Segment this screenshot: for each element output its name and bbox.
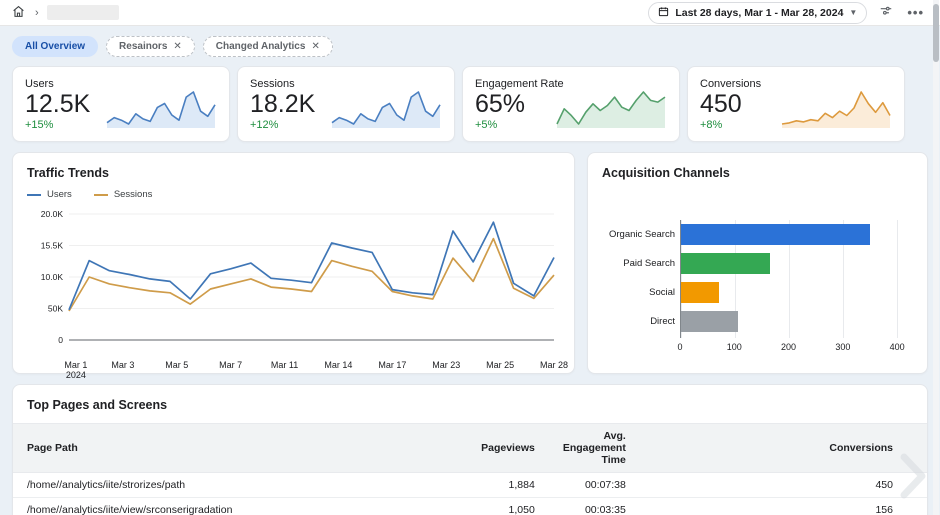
x-tick-label: Mar 5 xyxy=(165,360,189,370)
filter-button[interactable] xyxy=(877,3,895,22)
acq-tick-label: 100 xyxy=(726,342,742,352)
filter-chip-changed-analytics[interactable]: Changed Analytics ✕ xyxy=(202,36,333,57)
table-column-header-page-path[interactable]: Page Path xyxy=(13,423,432,473)
x-tick-label: Mar 17 xyxy=(378,360,407,370)
acquisition-channels-title: Acquisition Channels xyxy=(602,166,730,180)
x-tick-label: Mar 14 xyxy=(324,360,353,370)
traffic-x-axis: Mar 1 2024 Mar 3 Mar 5 Mar 7 Mar 11 Mar 14 Mar… xyxy=(27,359,568,383)
filter-chip-all-overview[interactable]: All Overview xyxy=(12,36,99,57)
table-column-header-pageviews[interactable]: Pageviews xyxy=(431,423,549,473)
breadcrumb-chevron-icon: › xyxy=(35,6,39,19)
acq-row-social: Social xyxy=(649,278,908,307)
breadcrumb xyxy=(46,5,119,20)
acq-tick-label: 0 xyxy=(677,342,683,352)
page-path-cell: /home//analytics/iite/view/srconserigrad… xyxy=(13,497,432,515)
chip-close-icon[interactable]: ✕ xyxy=(311,41,319,52)
table-row[interactable]: /home//analytics/iite/view/srconserigrad… xyxy=(13,497,927,515)
legend-item-sessions: Sessions xyxy=(93,189,153,200)
date-range-button[interactable]: Last 28 days, Mar 1 - Mar 28, 2024 ▼ xyxy=(648,1,868,24)
traffic-legend: Users Sessions xyxy=(27,189,560,200)
top-pages-title: Top Pages and Screens xyxy=(27,398,168,412)
x-tick-label: Mar 7 xyxy=(219,360,243,370)
kpi-sparkline xyxy=(331,91,441,128)
svg-text:50K: 50K xyxy=(48,304,63,314)
acq-bar-direct[interactable] xyxy=(681,311,738,332)
kpi-card-engagement-rate[interactable]: Engagement Rate 65% +5% xyxy=(462,66,680,142)
acq-row-direct: Direct xyxy=(650,307,908,336)
filter-chip-bar: All Overview Resainors ✕ Changed Analytics ✕ xyxy=(12,26,928,66)
calendar-icon xyxy=(658,6,669,20)
metric-cell: 00:07:38 xyxy=(548,472,796,498)
kpi-sparkline xyxy=(556,91,666,128)
acquisition-x-axis: 0 100 200 300 400 xyxy=(677,342,908,356)
acq-tick-label: 200 xyxy=(781,342,797,352)
kpi-card-row: Users 12.5K +15% Sessions 18.2K +12% Engagemen… xyxy=(12,66,905,142)
date-range-label: Last 28 days, Mar 1 - Mar 28, 2024 xyxy=(675,6,844,19)
metric-cell: 1,884 xyxy=(431,472,549,498)
kpi-card-sessions[interactable]: Sessions 18.2K +12% xyxy=(237,66,455,142)
traffic-chart: 20.0K 15.5K 10.0K 50K 0 Mar 1 2024 Mar 3 Mar 5… xyxy=(27,206,568,383)
legend-swatch xyxy=(93,193,108,196)
svg-text:15.5K: 15.5K xyxy=(41,241,64,251)
more-ellipsis-icon: ••• xyxy=(907,5,924,20)
filter-chip-label: Changed Analytics xyxy=(215,41,306,52)
svg-text:10.0K: 10.0K xyxy=(41,272,64,282)
home-icon xyxy=(12,5,25,21)
metric-cell: 156 xyxy=(795,497,927,515)
kpi-sparkline xyxy=(106,91,216,128)
legend-item-users: Users xyxy=(27,189,72,200)
page-scrollbar-track xyxy=(933,0,939,515)
traffic-trends-panel: Traffic Trends Users Sessions 20.0K 15.5K 1… xyxy=(12,152,575,380)
acquisition-channels-panel: Acquisition Channels Organic Search Paid … xyxy=(587,152,928,374)
x-tick-label: Mar 28 xyxy=(539,360,569,370)
x-tick-label: Mar 23 xyxy=(432,360,461,370)
table-column-header-avg-engagement-time[interactable]: Avg. Engagement Time xyxy=(548,423,796,473)
acq-bar-social[interactable] xyxy=(681,282,719,303)
page-scrollbar-thumb[interactable] xyxy=(933,4,939,62)
table-header-row: Page Path Pageviews Avg. Engagement Time Co… xyxy=(13,423,927,473)
acq-category-label: Social xyxy=(649,287,675,298)
kpi-card-conversions[interactable]: Conversions 450 +8% xyxy=(687,66,905,142)
legend-swatch xyxy=(27,193,41,196)
filter-chip-label: All Overview xyxy=(25,41,86,52)
filter-chip-label: Resainors xyxy=(119,41,168,52)
x-tick-label: Mar 25 xyxy=(486,360,515,370)
svg-text:0: 0 xyxy=(58,335,63,345)
metric-cell: 1,050 xyxy=(431,497,549,515)
acq-row-organic-search: Organic Search xyxy=(609,220,908,249)
acquisition-bar-chart: Organic Search Paid Search Social Direct xyxy=(609,220,908,338)
x-tick-label: Mar 3 xyxy=(111,360,135,370)
acq-tick-label: 300 xyxy=(835,342,851,352)
svg-text:20.0K: 20.0K xyxy=(41,209,64,219)
acq-category-label: Paid Search xyxy=(623,258,675,269)
metric-cell: 00:03:35 xyxy=(548,497,796,515)
next-arrow-icon[interactable] xyxy=(900,453,926,499)
more-options-button[interactable]: ••• xyxy=(905,3,926,22)
filter-chip-resainors[interactable]: Resainors ✕ xyxy=(106,36,195,57)
dashboard-content: All Overview Resainors ✕ Changed Analytics ✕… xyxy=(0,26,940,515)
acq-tick-label: 400 xyxy=(889,342,905,352)
top-pages-table: Page Path Pageviews Avg. Engagement Time Co… xyxy=(13,423,927,515)
home-button[interactable] xyxy=(10,3,27,23)
topbar: › Last 28 days, Mar 1 - Mar 28, 2024 ▼ •… xyxy=(0,0,940,26)
acq-category-label: Direct xyxy=(650,316,675,327)
traffic-line-chart: 20.0K 15.5K 10.0K 50K 0 xyxy=(41,209,555,345)
filter-tune-icon xyxy=(879,5,893,20)
table-row[interactable]: /home//analytics/iite/strorizes/path 1,88… xyxy=(13,472,927,498)
x-tick-label: Mar 11 xyxy=(270,360,299,370)
acq-row-paid-search: Paid Search xyxy=(623,249,908,278)
legend-label: Users xyxy=(47,189,72,200)
kpi-sparkline xyxy=(781,91,891,128)
top-pages-panel: Top Pages and Screens Page Path Pageviews… xyxy=(12,384,928,515)
page-path-cell: /home//analytics/iite/strorizes/path xyxy=(13,472,432,498)
traffic-trends-title: Traffic Trends xyxy=(27,166,109,180)
kpi-card-users[interactable]: Users 12.5K +15% xyxy=(12,66,230,142)
x-tick-label: Mar 1 2024 xyxy=(64,360,88,380)
acq-bar-paid-search[interactable] xyxy=(681,253,771,274)
acq-bar-organic-search[interactable] xyxy=(681,224,871,245)
acq-category-label: Organic Search xyxy=(608,229,675,240)
dropdown-caret-icon: ▼ xyxy=(849,8,858,17)
legend-label: Sessions xyxy=(113,189,153,200)
chip-close-icon[interactable]: ✕ xyxy=(173,41,181,52)
